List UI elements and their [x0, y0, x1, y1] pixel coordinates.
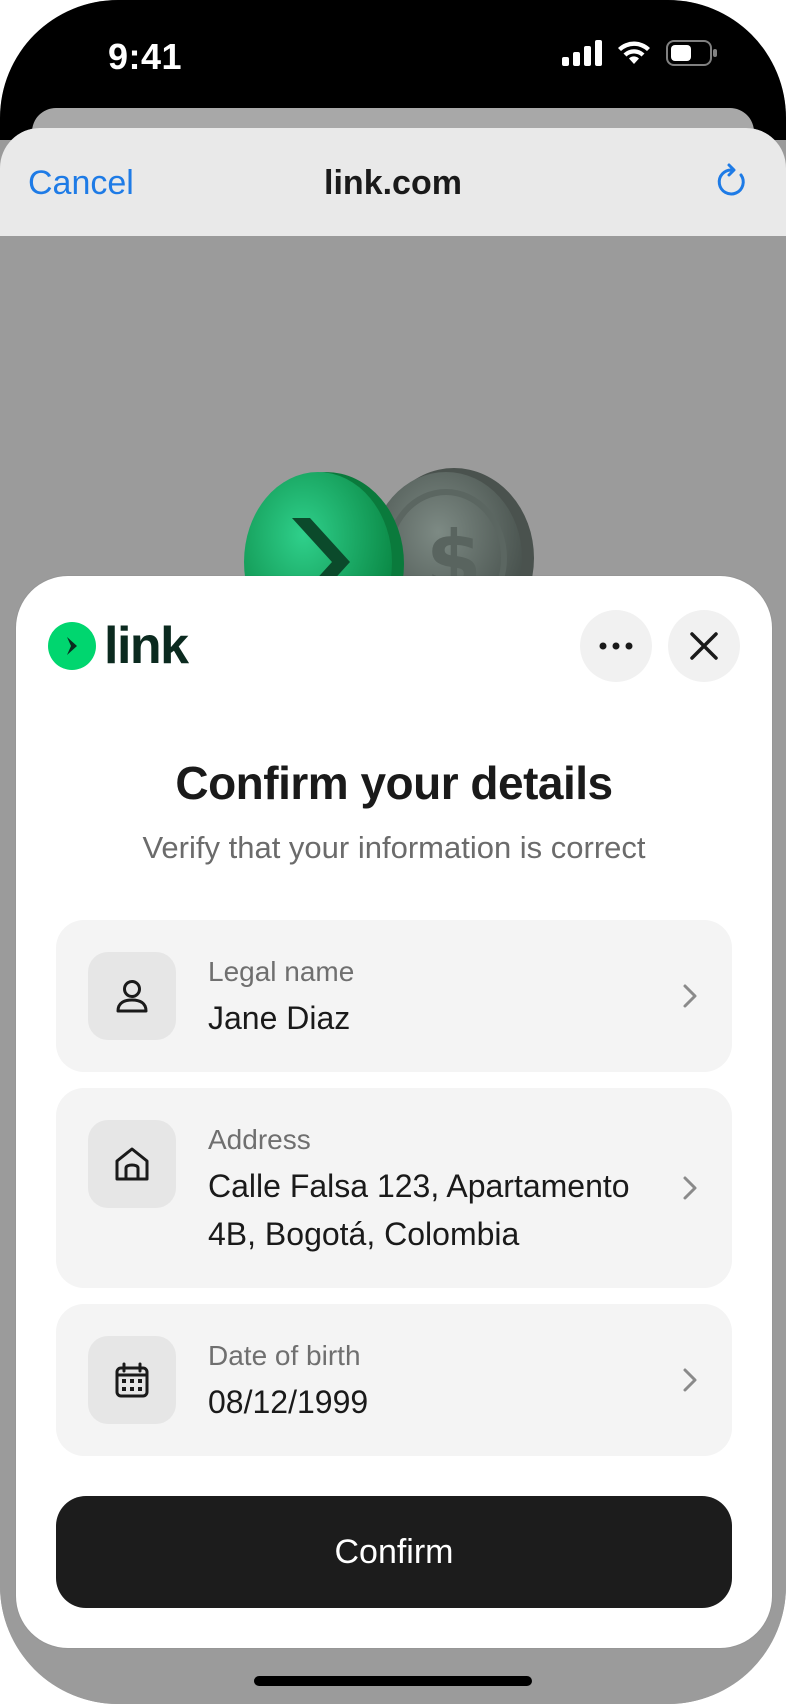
close-button[interactable] [668, 610, 740, 682]
link-logo-mark [48, 622, 96, 670]
confirm-button[interactable]: Confirm [56, 1496, 732, 1608]
reload-icon [717, 163, 745, 196]
date-of-birth-value: 08/12/1999 [208, 1384, 369, 1420]
date-of-birth-icon-box [88, 1336, 176, 1424]
address-value: Calle Falsa 123, Apartamento 4B, Bogotá,… [208, 1168, 630, 1252]
calendar-icon [115, 1362, 149, 1398]
browser-nav-bar: Cancel link.com [0, 128, 786, 236]
legal-name-value: Jane Diaz [208, 1000, 351, 1036]
address-row[interactable]: Address Calle Falsa 123, Apartamento 4B,… [56, 1088, 732, 1288]
page-title: Confirm your details [175, 757, 613, 809]
browser-sheet: Cancel link.com $ link Confirm your deta… [0, 128, 786, 1704]
date-of-birth-row[interactable]: Date of birth 08/12/1999 [56, 1304, 732, 1456]
date-of-birth-label: Date of birth [208, 1340, 361, 1371]
status-icons [562, 40, 718, 66]
phone-frame: 9:41 Cancel link.com $ link Confirm your… [0, 0, 786, 1704]
confirm-details-modal: link Confirm your details Verify that yo… [16, 576, 772, 1648]
address-label: Address [208, 1124, 311, 1155]
chevron-right-icon [683, 1176, 697, 1200]
home-indicator[interactable] [254, 1676, 532, 1686]
link-logo-text: link [104, 617, 189, 675]
legal-name-icon-box [88, 952, 176, 1040]
chevron-right-icon [683, 984, 697, 1008]
more-options-button[interactable] [580, 610, 652, 682]
address-icon-box [88, 1120, 176, 1208]
reload-button[interactable] [712, 162, 752, 202]
chevron-right-icon [683, 1368, 697, 1392]
legal-name-row[interactable]: Legal name Jane Diaz [56, 920, 732, 1072]
status-time: 9:41 [108, 36, 183, 77]
battery-icon [666, 40, 717, 66]
person-icon [116, 980, 148, 1013]
page-subtitle: Verify that your information is correct [142, 830, 646, 865]
chevron-right-icon [67, 637, 77, 655]
ellipsis-icon [599, 642, 633, 650]
cellular-signal-icon [562, 40, 602, 66]
legal-name-label: Legal name [208, 956, 355, 987]
browser-url-title: link.com [324, 164, 462, 202]
link-logo: link [48, 617, 189, 675]
home-icon [115, 1147, 149, 1181]
wifi-icon [618, 41, 650, 64]
close-icon [690, 632, 718, 660]
